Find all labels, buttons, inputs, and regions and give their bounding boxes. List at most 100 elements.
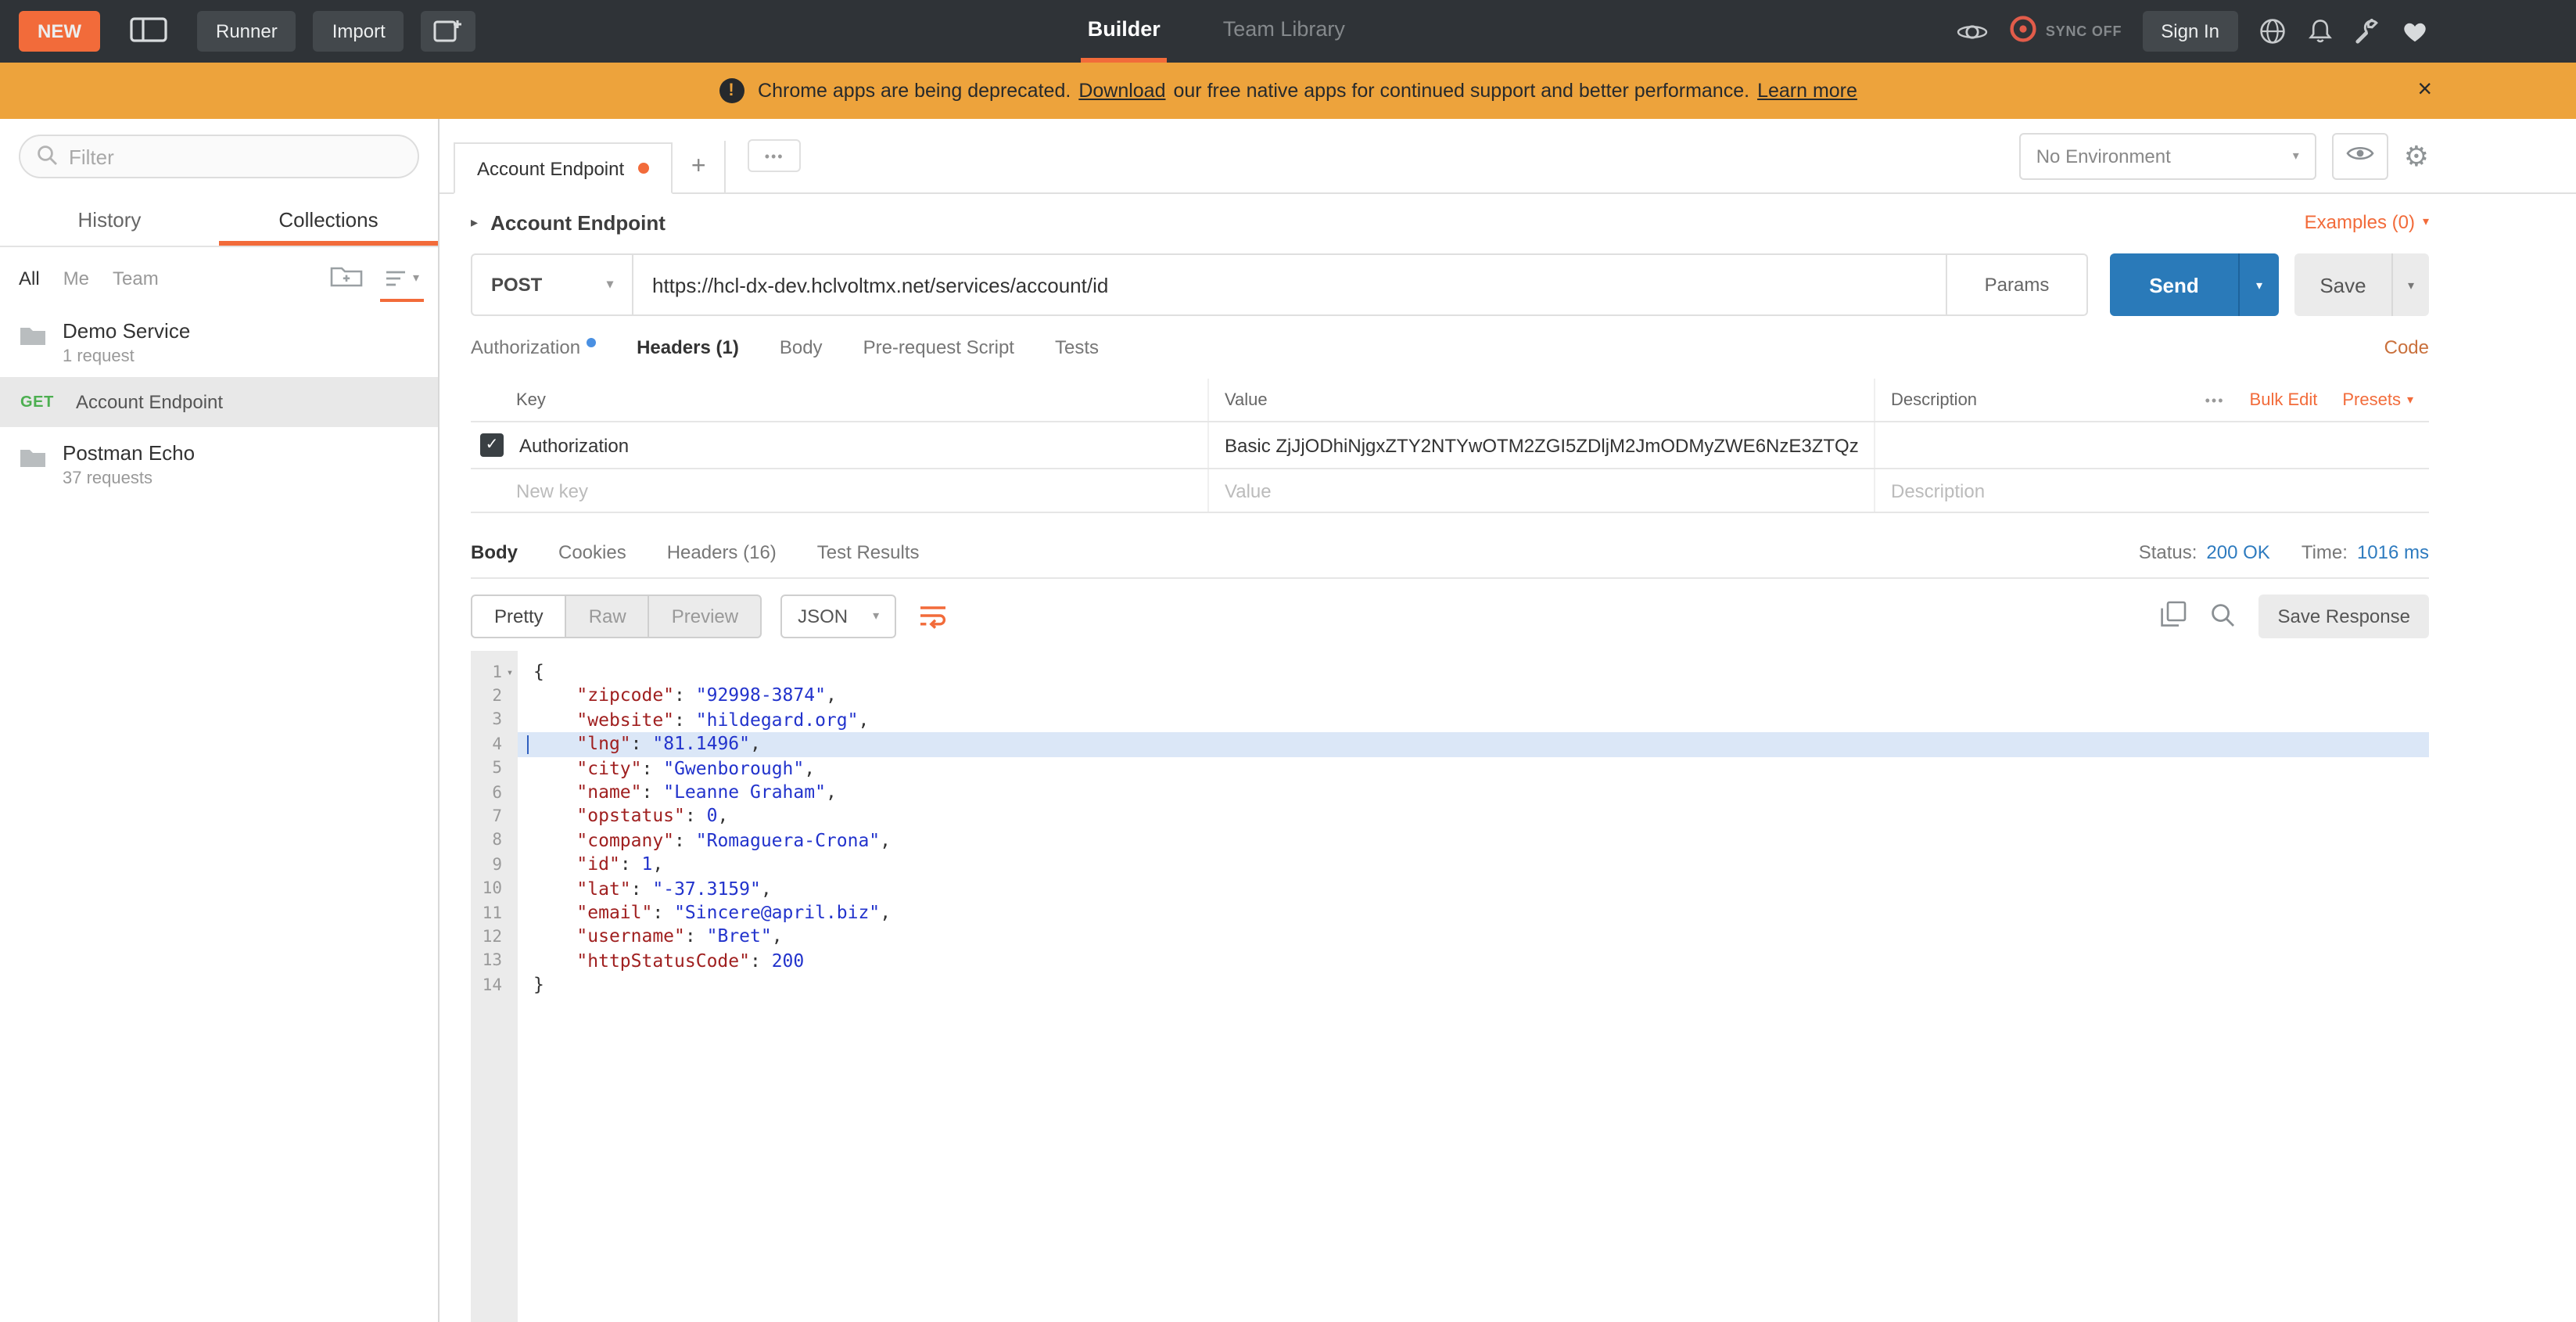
- code-line[interactable]: }: [518, 973, 2429, 997]
- new-key-field[interactable]: New key: [471, 469, 1209, 512]
- new-folder-icon[interactable]: [330, 263, 363, 293]
- topbar-right-cluster: SYNC OFF Sign In: [1957, 11, 2429, 52]
- request-account-endpoint[interactable]: GET Account Endpoint: [0, 377, 438, 427]
- sidebar-tabs: History Collections: [0, 194, 438, 247]
- more-options-icon[interactable]: •••: [2205, 392, 2225, 408]
- new-value-field[interactable]: Value: [1209, 469, 1875, 512]
- save-response-button[interactable]: Save Response: [2259, 595, 2429, 638]
- sync-status[interactable]: SYNC OFF: [2008, 14, 2122, 48]
- collection-demo-service[interactable]: Demo Service 1 request: [0, 305, 438, 377]
- sidebar: History Collections All Me Team ▾: [0, 119, 439, 1322]
- scope-team[interactable]: Team: [113, 267, 159, 289]
- filter-input[interactable]: [69, 145, 402, 168]
- download-link[interactable]: Download: [1078, 80, 1165, 102]
- code-line[interactable]: "lat": "-37.3159",: [518, 877, 2429, 901]
- postman-app: NEW Runner Import Builder Team Library: [0, 0, 2576, 1322]
- new-window-button[interactable]: [422, 11, 476, 52]
- tab-history[interactable]: History: [0, 194, 219, 246]
- sign-in-button[interactable]: Sign In: [2142, 11, 2238, 52]
- code-line[interactable]: "id": 1,: [518, 853, 2429, 877]
- code-line[interactable]: "email": "Sincere@april.biz",: [518, 901, 2429, 925]
- code-line[interactable]: {: [518, 660, 2429, 684]
- tab-collections[interactable]: Collections: [219, 194, 438, 246]
- header-value[interactable]: Basic ZjJjODhiNjgxZTY2NTYwOTM2ZGI5ZDljM2…: [1225, 434, 1858, 456]
- runner-button[interactable]: Runner: [197, 11, 296, 52]
- environment-selector[interactable]: No Environment ▾: [2019, 132, 2316, 179]
- settings-gear-icon[interactable]: ⚙: [2404, 142, 2429, 170]
- tab-response-body[interactable]: Body: [471, 541, 518, 562]
- tab-builder[interactable]: Builder: [1082, 0, 1167, 63]
- learn-more-link[interactable]: Learn more: [1757, 80, 1857, 102]
- presets-dropdown[interactable]: Presets ▾: [2342, 390, 2413, 409]
- response-section-tabs: Body Cookies Headers (16) Test Results S…: [471, 526, 2429, 579]
- code-line[interactable]: "company": "Romaguera-Crona",: [518, 828, 2429, 853]
- save-button[interactable]: Save: [2294, 253, 2391, 316]
- scope-all[interactable]: All: [19, 267, 40, 289]
- code-line[interactable]: "zipcode": "92998-3874",: [518, 684, 2429, 709]
- view-raw-button[interactable]: Raw: [567, 595, 650, 638]
- request-tab[interactable]: Account Endpoint: [454, 142, 673, 194]
- format-value: JSON: [798, 605, 848, 627]
- new-window-icon: [434, 16, 464, 46]
- save-options-button[interactable]: ▾: [2391, 253, 2429, 316]
- code-line[interactable]: "httpStatusCode": 200: [518, 949, 2429, 973]
- collection-postman-echo[interactable]: Postman Echo 37 requests: [0, 427, 438, 499]
- scope-me[interactable]: Me: [63, 267, 89, 289]
- search-icon[interactable]: [2211, 602, 2236, 631]
- heart-favorites-icon[interactable]: [2401, 19, 2429, 44]
- view-pretty-button[interactable]: Pretty: [471, 595, 567, 638]
- new-tab-button[interactable]: +: [673, 141, 726, 192]
- collapse-arrow-icon[interactable]: ▸: [471, 214, 478, 231]
- new-button[interactable]: NEW: [19, 11, 100, 52]
- tab-options-button[interactable]: •••: [748, 139, 801, 172]
- code-line[interactable]: "lng": "81.1496",: [518, 732, 2429, 756]
- chevron-down-icon: ▾: [413, 271, 419, 284]
- params-button[interactable]: Params: [1947, 253, 2088, 316]
- code-line[interactable]: "username": "Bret",: [518, 925, 2429, 950]
- tab-authorization[interactable]: Authorization: [471, 336, 596, 358]
- view-preview-button[interactable]: Preview: [650, 595, 762, 638]
- code-line[interactable]: "city": "Gwenborough",: [518, 756, 2429, 781]
- tab-prerequest-script[interactable]: Pre-request Script: [863, 336, 1014, 358]
- notifications-bell-icon[interactable]: [2307, 17, 2334, 45]
- interceptor-icon[interactable]: [1957, 18, 1988, 45]
- search-icon: [36, 143, 58, 170]
- code-line[interactable]: "website": "hildegard.org",: [518, 709, 2429, 733]
- send-options-button[interactable]: ▾: [2238, 253, 2279, 316]
- examples-dropdown[interactable]: Examples (0) ▾: [2305, 211, 2429, 233]
- header-enabled-checkbox[interactable]: ✓: [480, 433, 504, 457]
- code-link[interactable]: Code: [2384, 336, 2429, 358]
- copy-icon[interactable]: [2161, 601, 2187, 632]
- send-button[interactable]: Send: [2110, 253, 2238, 316]
- header-key[interactable]: Authorization: [519, 434, 629, 456]
- chevron-down-icon: ▾: [2423, 216, 2429, 228]
- globe-icon[interactable]: [2258, 17, 2287, 45]
- url-input[interactable]: [633, 253, 1947, 316]
- code-line[interactable]: "opstatus": 0,: [518, 805, 2429, 829]
- environment-preview-button[interactable]: [2332, 132, 2388, 179]
- code-line[interactable]: "name": "Leanne Graham",: [518, 781, 2429, 805]
- wrap-text-icon[interactable]: [918, 604, 948, 629]
- chevron-down-icon: ▾: [873, 610, 879, 623]
- tab-team-library[interactable]: Team Library: [1217, 0, 1351, 63]
- tab-tests[interactable]: Tests: [1055, 336, 1099, 358]
- tab-response-headers[interactable]: Headers (16): [667, 541, 777, 562]
- sidebar-toggle-button[interactable]: [117, 11, 180, 52]
- import-button[interactable]: Import: [314, 11, 404, 52]
- format-selector[interactable]: JSON ▾: [780, 595, 896, 638]
- sort-dropdown[interactable]: ▾: [385, 268, 419, 287]
- method-value: POST: [491, 274, 542, 296]
- bulk-edit-link[interactable]: Bulk Edit: [2250, 390, 2318, 409]
- tab-test-results[interactable]: Test Results: [817, 541, 920, 562]
- response-body-code[interactable]: { "zipcode": "92998-3874", "website": "h…: [518, 651, 2429, 1322]
- banner-close-icon[interactable]: ×: [2417, 78, 2432, 103]
- folder-icon: [19, 441, 47, 488]
- tab-body[interactable]: Body: [780, 336, 823, 358]
- method-selector[interactable]: POST ▾: [471, 253, 633, 316]
- new-description-field[interactable]: Description: [1875, 469, 2429, 512]
- wrench-settings-icon[interactable]: [2354, 18, 2380, 45]
- chevron-down-icon: ▾: [607, 278, 613, 291]
- eye-icon: [2346, 144, 2374, 167]
- tab-response-cookies[interactable]: Cookies: [558, 541, 626, 562]
- tab-headers[interactable]: Headers (1): [637, 336, 739, 358]
